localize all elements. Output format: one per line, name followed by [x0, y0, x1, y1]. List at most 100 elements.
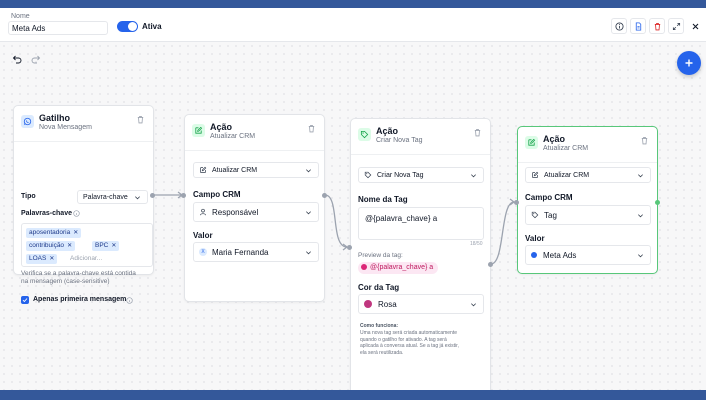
tag-color-dot [531, 252, 537, 258]
document-button[interactable] [630, 18, 646, 34]
how-it-works-title: Como funciona: [360, 323, 399, 329]
action-type-select[interactable]: Criar Nova Tag [358, 167, 484, 183]
action3-input-handle[interactable] [514, 200, 519, 205]
crm-field-select[interactable]: Responsável [193, 202, 319, 222]
node-title: Ação [210, 122, 233, 132]
close-button[interactable] [687, 18, 703, 34]
add-keyword-placeholder[interactable]: Adicionar... [70, 255, 102, 262]
tag-preview-text: @{palavra_chave} a [370, 264, 434, 271]
action-node-header: Ação Atualizar CRM [185, 115, 324, 151]
trigger-output-handle[interactable] [150, 193, 155, 198]
active-toggle-label: Ativa [142, 22, 162, 31]
keyword-chip[interactable]: aposentadoria ✕ [26, 228, 82, 238]
first-message-checkbox[interactable] [21, 296, 29, 304]
type-select-value: Palavra-chave [83, 193, 128, 201]
type-label: Tipo [21, 193, 36, 200]
info-icon [126, 297, 133, 304]
flow-canvas[interactable]: Gatilho Nova Mensagem Tipo Palavra-chave… [0, 42, 706, 400]
node-subtitle: Criar Nova Tag [376, 137, 423, 144]
tag-color-select[interactable]: Rosa [358, 294, 484, 314]
trigger-node[interactable]: Gatilho Nova Mensagem Tipo Palavra-chave… [13, 105, 154, 304]
node-title: Gatilho [39, 113, 70, 123]
toggle-knob [128, 22, 137, 31]
trash-icon [654, 22, 660, 30]
close-icon [692, 23, 698, 29]
expand-button[interactable] [668, 18, 684, 34]
avatar: X [199, 248, 207, 256]
trash-icon[interactable] [136, 115, 145, 124]
type-select[interactable]: Palavra-chave [77, 190, 148, 204]
keyword-chip[interactable]: contribuição ✕ [26, 241, 76, 251]
action-type-select[interactable]: Atualizar CRM [525, 167, 651, 183]
value-select[interactable]: Meta Ads [525, 245, 651, 265]
node-subtitle: Atualizar CRM [543, 145, 589, 152]
redo-icon[interactable] [31, 54, 41, 64]
chevron-down-icon [638, 214, 643, 218]
crm-field-value: Tag [544, 210, 557, 220]
value-select-value: Maria Fernanda [212, 247, 269, 257]
user-icon [200, 208, 206, 216]
name-label: Nome [11, 13, 30, 20]
undo-icon[interactable] [12, 54, 22, 64]
document-icon [635, 21, 641, 31]
add-icon [685, 59, 693, 67]
action-node-create-tag[interactable]: Ação Criar Nova Tag Criar Nova Tag Nome … [350, 118, 491, 400]
check-icon [22, 298, 28, 303]
first-message-label: Apenas primeira mensagem [33, 296, 127, 303]
note-line: Uma nova tag será criada automaticamente [360, 330, 457, 336]
tag-color-value: Rosa [378, 299, 397, 309]
crm-field-select[interactable]: Tag [525, 205, 651, 225]
keyword-text: BPC [95, 242, 109, 249]
name-input[interactable]: Meta Ads [8, 21, 108, 35]
tag-icon [358, 128, 371, 141]
edit-icon [200, 166, 207, 173]
editor-header: Nome Meta Ads Ativa [0, 8, 706, 42]
info-icon [73, 210, 80, 217]
trash-icon[interactable] [640, 136, 649, 145]
chevron-down-icon [471, 303, 476, 307]
active-toggle[interactable] [117, 21, 138, 32]
keyword-chip[interactable]: LOAS ✕ [26, 254, 58, 264]
chevron-down-icon [135, 196, 140, 200]
action-node-header: Ação Atualizar CRM [518, 127, 657, 163]
action2-output-handle[interactable] [488, 262, 493, 267]
keywords-input[interactable]: aposentadoria ✕ contribuição ✕ BPC ✕ LOAS ✕ … [21, 223, 153, 267]
hint-line: Verifica se a palavra-chave está contida [21, 270, 136, 277]
action-type-select[interactable]: Atualizar CRM [193, 162, 319, 178]
action3-output-handle[interactable] [655, 200, 660, 205]
action-node-crm-tag[interactable]: Ação Atualizar CRM Atualizar CRM Campo C… [517, 126, 658, 274]
chevron-down-icon [638, 254, 643, 258]
note-line: ela será reutilizada. [360, 349, 404, 356]
add-node-button[interactable] [677, 51, 701, 75]
trash-icon[interactable] [307, 124, 316, 133]
node-title: Ação [543, 134, 566, 144]
preview-label: Preview da tag: [358, 252, 403, 259]
trigger-node-header: Gatilho Nova Mensagem [14, 106, 153, 142]
value-select[interactable]: X Maria Fernanda [193, 242, 319, 262]
action1-input-handle[interactable] [181, 193, 186, 198]
action2-input-handle[interactable] [347, 245, 352, 250]
tag-name-textarea[interactable]: @{palavra_chave} a [358, 207, 484, 240]
char-counter: 18/50 [470, 241, 483, 247]
remove-icon[interactable]: ✕ [73, 230, 78, 236]
remove-icon[interactable]: ✕ [49, 256, 54, 262]
action1-output-handle[interactable] [322, 193, 327, 198]
expand-icon [672, 22, 680, 30]
info-button[interactable] [611, 18, 627, 34]
tag-icon [531, 211, 539, 219]
trash-icon[interactable] [473, 128, 482, 137]
whatsapp-icon [21, 115, 34, 128]
tag-icon [364, 171, 372, 179]
node-title: Ação [376, 126, 399, 136]
remove-icon[interactable]: ✕ [111, 243, 116, 249]
tag-color-dot [361, 264, 367, 270]
keyword-text: contribuição [29, 242, 65, 249]
top-band [0, 0, 706, 8]
crm-field-value: Responsável [212, 207, 259, 217]
chevron-down-icon [306, 169, 311, 173]
keyword-chip[interactable]: BPC ✕ [92, 241, 120, 251]
remove-icon[interactable]: ✕ [67, 243, 72, 249]
action-node-crm-responsavel[interactable]: Ação Atualizar CRM Atualizar CRM Campo C… [184, 114, 325, 302]
keyword-text: LOAS [29, 255, 47, 262]
delete-workflow-button[interactable] [649, 18, 665, 34]
